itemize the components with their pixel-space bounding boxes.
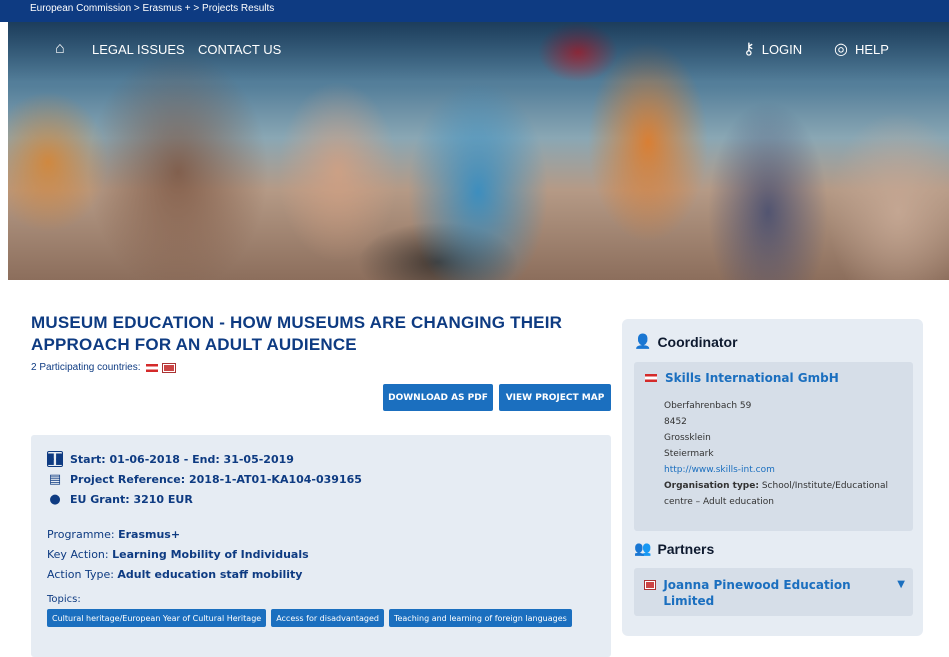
participating-countries: 2 Participating countries: [31,362,175,373]
coordinator-address: Oberfahrenbach 59 8452 Grossklein Steier… [664,398,913,510]
uk-flag-icon [162,363,175,372]
project-dates: ▪▪ ▪▪ Start: 01-06-2018 - End: 31-05-2019 [46,449,611,469]
coordinator-name-text: Skills International GmbH [665,371,839,385]
topics-list: Cultural heritage/European Year of Cultu… [47,609,607,627]
users-icon: 👥 [634,540,652,556]
org-type-label: Organisation type: [664,481,759,491]
programme-row: Programme: Erasmus+ [47,525,611,545]
programme-info: Programme: Erasmus+ Key Action: Learning… [47,525,611,585]
grant-text: EU Grant: 3210 EUR [70,492,193,506]
partners-heading: 👥 Partners [634,540,714,557]
calendar-icon: ▪▪ ▪▪ [46,449,64,469]
user-icon: 👤 [634,333,652,349]
topics-label: Topics: [47,594,81,605]
countries-label: 2 Participating countries: [31,362,141,373]
view-project-map-button[interactable]: VIEW PROJECT MAP [499,384,611,411]
breadcrumb[interactable]: European Commission > Erasmus + > Projec… [0,0,949,22]
key-action-label: Key Action: [47,548,109,561]
address-city: Grossklein [664,433,711,443]
action-type-row: Action Type: Adult education staff mobil… [47,565,611,585]
nav-contact-us[interactable]: CONTACT US [198,38,281,60]
topic-tag[interactable]: Access for disadvantaged [271,609,384,627]
home-icon: ⌂ [55,40,65,57]
lifebuoy-icon: ◎ [834,41,848,58]
chevron-down-icon[interactable]: ▼ [897,579,905,590]
project-details-panel: ▪▪ ▪▪ Start: 01-06-2018 - End: 31-05-2019… [31,435,611,657]
programme-label: Programme: [47,528,115,541]
project-reference: ▤ Project Reference: 2018-1-AT01-KA104-0… [47,469,611,489]
key-action-row: Key Action: Learning Mobility of Individ… [47,545,611,565]
coordinator-heading: 👤 Coordinator [634,333,738,350]
partners-heading-text: Partners [657,540,715,557]
login-link[interactable]: ⚷ LOGIN [743,38,802,60]
nav-legal-issues[interactable]: LEGAL ISSUES [92,38,185,60]
home-link[interactable]: ⌂ [55,38,72,60]
address-region: Steiermark [664,449,714,459]
money-bag-icon: ● [49,491,61,507]
login-label: LOGIN [761,41,803,57]
partner-name: Joanna Pinewood Education Limited [645,577,865,609]
download-pdf-button[interactable]: DOWNLOAD AS PDF [383,384,493,411]
eu-grant: ● EU Grant: 3210 EUR [47,489,611,509]
reference-text: Project Reference: 2018-1-AT01-KA104-039… [70,472,362,486]
action-type-label: Action Type: [47,568,114,581]
help-link[interactable]: ◎ HELP [834,38,889,60]
key-action-value: Learning Mobility of Individuals [112,548,309,561]
partner-name-text: Joanna Pinewood Education Limited [663,578,851,608]
topic-tag[interactable]: Cultural heritage/European Year of Cultu… [47,609,267,627]
partner-item[interactable]: Joanna Pinewood Education Limited ▼ [634,568,913,616]
coordinator-heading-text: Coordinator [657,333,738,350]
dates-text: Start: 01-06-2018 - End: 31-05-2019 [70,452,294,466]
organisation-type: Organisation type: School/Institute/Educ… [664,478,913,510]
uk-flag-icon [645,581,656,589]
organisations-sidebar: 👤 Coordinator Skills International GmbH … [622,319,923,636]
austria-flag-icon [145,363,158,372]
topic-tag[interactable]: Teaching and learning of foreign languag… [388,609,572,627]
address-street: Oberfahrenbach 59 [664,401,752,411]
coordinator-website-link[interactable]: http://www.skills-int.com [664,465,775,475]
address-zip: 8452 [664,417,687,427]
project-title: MUSEUM EDUCATION - HOW MUSEUMS ARE CHANG… [31,313,563,354]
austria-flag-icon [645,374,657,382]
help-label: HELP [854,41,889,57]
document-icon: ▤ [48,471,62,487]
action-type-value: Adult education staff mobility [117,568,303,581]
coordinator-card: Skills International GmbH Oberfahrenbach… [634,362,913,531]
programme-value: Erasmus+ [118,528,181,541]
hero-banner-image [8,22,949,280]
coordinator-name[interactable]: Skills International GmbH [645,371,913,385]
key-icon: ⚷ [743,41,755,58]
